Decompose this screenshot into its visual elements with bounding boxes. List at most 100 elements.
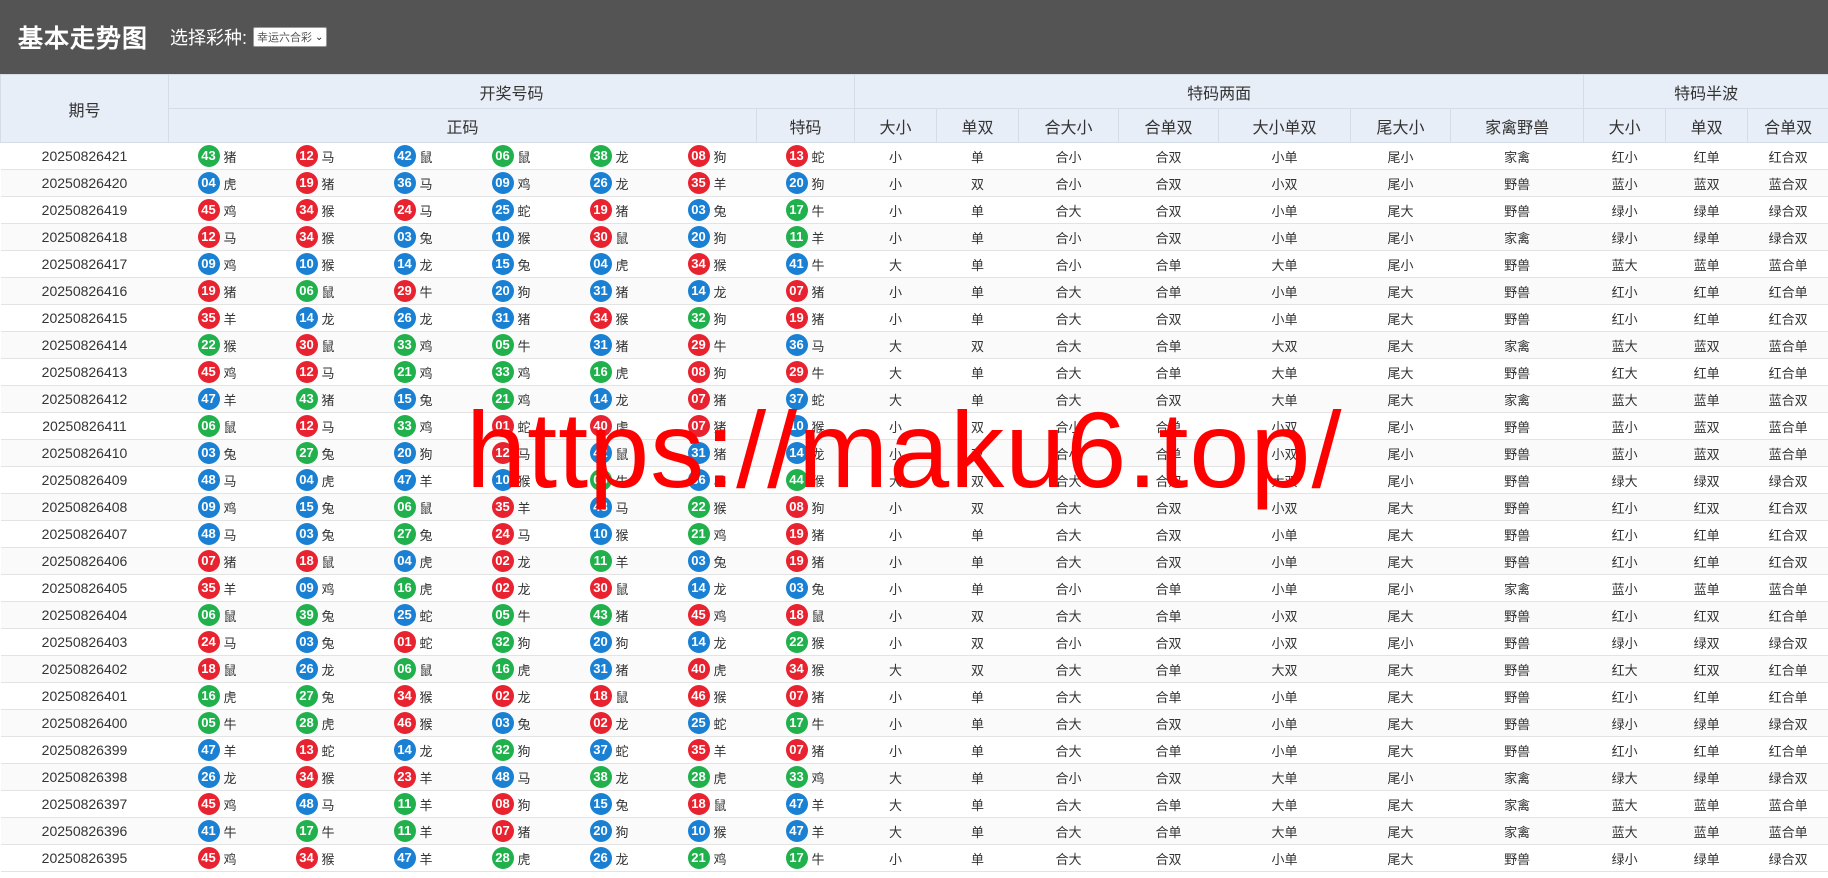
regular-number-cell: 45 鸡 bbox=[168, 844, 267, 872]
zodiac-label: 狗 bbox=[811, 176, 825, 192]
zodiac-label: 龙 bbox=[517, 554, 531, 570]
zodiac-label: 马 bbox=[321, 149, 335, 165]
regular-number-cell: 40 虎 bbox=[658, 655, 757, 683]
regular-number-cell: 08 狗 bbox=[462, 790, 561, 818]
zodiac-label: 虎 bbox=[223, 176, 237, 192]
zodiac-label: 马 bbox=[517, 446, 531, 462]
regular-number-cell: 16 虎 bbox=[364, 574, 463, 602]
zodiac-label: 鸡 bbox=[419, 419, 433, 435]
regular-number-cell: 30 鼠 bbox=[560, 223, 659, 251]
number-ball: 27 bbox=[295, 442, 318, 464]
number-ball: 03 bbox=[197, 442, 220, 464]
regular-number-cell: 07 猪 bbox=[462, 817, 561, 845]
number-ball: 48 bbox=[295, 793, 318, 815]
number-ball: 31 bbox=[687, 442, 710, 464]
number-ball: 14 bbox=[393, 739, 416, 761]
zodiac-label: 虎 bbox=[223, 689, 237, 705]
regular-number-cell: 10 猴 bbox=[658, 817, 757, 845]
regular-number-cell: 03 兔 bbox=[658, 196, 757, 224]
special-number-cell: 22 猴 bbox=[756, 628, 855, 656]
zodiac-label: 鼠 bbox=[615, 581, 629, 597]
special-number-cell: 47 羊 bbox=[756, 817, 855, 845]
zodiac-label: 牛 bbox=[517, 608, 531, 624]
stat-cell: 小单 bbox=[1218, 277, 1351, 305]
stat-cell: 蓝合单 bbox=[1747, 331, 1828, 359]
table-body: 20250826421 43 猪 12 马 42 鼠 06 鼠 38 龙 08 狗 13 蛇小单合小 合双 小单… bbox=[0, 142, 1828, 872]
stat-cell: 合单 bbox=[1118, 331, 1219, 359]
regular-number-cell: 18 鼠 bbox=[266, 547, 365, 575]
stat-cell: 单 bbox=[936, 196, 1019, 224]
zodiac-label: 马 bbox=[419, 203, 433, 219]
stat-cell: 蓝合单 bbox=[1747, 574, 1828, 602]
period-cell: 20250826401 bbox=[0, 682, 169, 710]
zodiac-label: 兔 bbox=[811, 581, 825, 597]
zodiac-label: 兔 bbox=[419, 527, 433, 543]
zodiac-label: 鼠 bbox=[321, 284, 335, 300]
regular-number-cell: 45 鸡 bbox=[168, 358, 267, 386]
zodiac-label: 牛 bbox=[811, 257, 825, 273]
period-cell: 20250826410 bbox=[0, 439, 169, 467]
stat-cell: 小单 bbox=[1218, 142, 1351, 170]
zodiac-label: 龙 bbox=[419, 743, 433, 759]
regular-number-cell: 22 猴 bbox=[168, 331, 267, 359]
special-number-cell: 19 猪 bbox=[756, 547, 855, 575]
number-ball: 17 bbox=[785, 199, 808, 221]
stat-cell: 家禽 bbox=[1450, 385, 1584, 413]
zodiac-label: 蛇 bbox=[419, 608, 433, 624]
zodiac-label: 猪 bbox=[223, 284, 237, 300]
special-number-cell: 37 蛇 bbox=[756, 385, 855, 413]
number-ball: 26 bbox=[589, 847, 612, 869]
regular-number-cell: 10 猴 bbox=[266, 250, 365, 278]
zodiac-label: 鸡 bbox=[321, 581, 335, 597]
regular-number-cell: 12 马 bbox=[266, 412, 365, 440]
table-row: 20250826412 47 羊 43 猪 15 兔 21 鸡 14 龙 07 猪 37 蛇大单合大 合双 大单… bbox=[0, 385, 1828, 413]
period-cell: 20250826395 bbox=[0, 844, 169, 872]
stat-cell: 野兽 bbox=[1450, 358, 1584, 386]
regular-number-cell: 47 羊 bbox=[364, 844, 463, 872]
stat-cell: 大 bbox=[854, 763, 937, 791]
number-ball: 05 bbox=[491, 334, 514, 356]
special-number-cell: 29 牛 bbox=[756, 358, 855, 386]
regular-number-cell: 03 兔 bbox=[266, 628, 365, 656]
number-ball: 28 bbox=[687, 766, 710, 788]
regular-number-cell: 36 马 bbox=[658, 466, 757, 494]
special-number-cell: 33 鸡 bbox=[756, 763, 855, 791]
stat-cell: 大 bbox=[854, 331, 937, 359]
table-row: 20250826409 48 马 04 虎 47 羊 10 猴 05 牛 36 马 44 猴大双合大 合双 大双… bbox=[0, 466, 1828, 494]
table-row: 20250826416 19 猪 06 鼠 29 牛 20 狗 31 猪 14 龙 07 猪小单合大 合单 小单… bbox=[0, 277, 1828, 305]
col-header: 单双 bbox=[936, 108, 1020, 143]
regular-number-cell: 19 猪 bbox=[168, 277, 267, 305]
special-number-cell: 19 猪 bbox=[756, 304, 855, 332]
stat-cell: 红小 bbox=[1583, 142, 1666, 170]
stat-cell: 双 bbox=[936, 466, 1019, 494]
zodiac-label: 鸡 bbox=[223, 797, 237, 813]
group-half-wave-header: 特码半波 bbox=[1583, 74, 1828, 109]
number-ball: 33 bbox=[393, 334, 416, 356]
lottery-select[interactable]: 幸运六合彩 ⌄ bbox=[253, 27, 328, 47]
number-ball: 14 bbox=[687, 631, 710, 653]
stat-cell: 野兽 bbox=[1450, 196, 1584, 224]
zodiac-label: 虎 bbox=[713, 770, 727, 786]
regular-number-cell: 48 马 bbox=[266, 790, 365, 818]
regular-number-cell: 08 狗 bbox=[658, 142, 757, 170]
zodiac-label: 牛 bbox=[223, 824, 237, 840]
zodiac-label: 猴 bbox=[517, 230, 531, 246]
special-number-cell: 07 猪 bbox=[756, 736, 855, 764]
period-cell: 20250826419 bbox=[0, 196, 169, 224]
number-ball: 34 bbox=[589, 307, 612, 329]
regular-number-cell: 31 猪 bbox=[560, 655, 659, 683]
number-ball: 17 bbox=[785, 712, 808, 734]
table-row: 20250826420 04 虎 19 猪 36 马 09 鸡 26 龙 35 羊 20 狗小双合小 合双 小双… bbox=[0, 169, 1828, 197]
stat-cell: 小 bbox=[854, 547, 937, 575]
zodiac-label: 牛 bbox=[223, 716, 237, 732]
zodiac-label: 羊 bbox=[419, 770, 433, 786]
number-ball: 43 bbox=[197, 145, 220, 167]
zodiac-label: 羊 bbox=[223, 743, 237, 759]
number-ball: 03 bbox=[687, 550, 710, 572]
zodiac-label: 龙 bbox=[713, 635, 727, 651]
zodiac-label: 马 bbox=[517, 527, 531, 543]
regular-number-cell: 15 兔 bbox=[560, 790, 659, 818]
stat-cell: 合大 bbox=[1018, 682, 1119, 710]
number-ball: 05 bbox=[491, 604, 514, 626]
stat-cell: 合大 bbox=[1018, 709, 1119, 737]
